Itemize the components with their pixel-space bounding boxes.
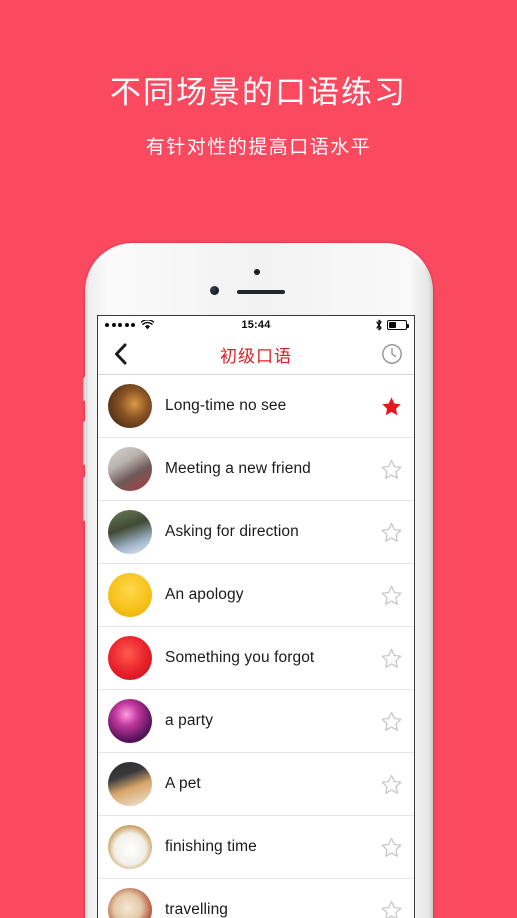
volume-down-button[interactable] <box>83 477 86 521</box>
status-bar: 15:44 <box>98 316 414 334</box>
rooster-photo <box>108 384 152 428</box>
favorite-toggle[interactable] <box>380 774 402 795</box>
phone-mockup: 15:44 初级口语 Long-time no see Meeting a ne… <box>83 243 433 918</box>
favorite-toggle[interactable] <box>380 837 402 858</box>
star-outline-icon <box>381 900 401 918</box>
star-filled-icon <box>381 396 401 415</box>
phone-screen: 15:44 初级口语 Long-time no see Meeting a ne… <box>97 315 415 918</box>
promo-banner: 不同场景的口语练习 有针对性的提高口语水平 <box>0 0 517 159</box>
fireworks-photo <box>108 699 152 743</box>
star-outline-icon <box>381 711 401 731</box>
earpiece-speaker <box>237 290 285 294</box>
star-outline-icon <box>381 459 401 479</box>
mute-switch[interactable] <box>83 377 86 401</box>
list-item-label: An apology <box>165 586 244 603</box>
star-outline-icon <box>381 522 401 542</box>
status-bar-right <box>375 319 409 331</box>
crying-emoji <box>108 573 152 617</box>
favorite-toggle[interactable] <box>380 648 402 669</box>
favorite-toggle[interactable] <box>380 585 402 606</box>
list-item-label: A pet <box>165 775 201 792</box>
favorite-toggle[interactable] <box>380 459 402 480</box>
star-outline-icon <box>381 774 401 794</box>
pocket-watch-photo <box>108 825 152 869</box>
list-item-label: a party <box>165 712 214 729</box>
front-camera-icon <box>210 286 219 295</box>
bluetooth-icon <box>376 319 382 331</box>
dog-photo <box>108 762 152 806</box>
status-bar-clock: 15:44 <box>241 319 271 331</box>
volume-up-button[interactable] <box>83 421 86 465</box>
favorite-toggle[interactable] <box>380 711 402 732</box>
lesson-list[interactable]: Long-time no see Meeting a new friend As… <box>98 375 414 918</box>
proximity-sensor-icon <box>254 269 260 275</box>
favorite-toggle[interactable] <box>380 396 402 417</box>
globe-plane-photo <box>108 888 152 918</box>
page-title: 初级口语 <box>220 346 292 366</box>
list-item-label: travelling <box>165 901 229 918</box>
list-item[interactable]: Long-time no see <box>98 375 414 438</box>
list-item[interactable]: Something you forgot <box>98 627 414 690</box>
list-item[interactable]: travelling <box>98 879 414 918</box>
directions-photo <box>108 510 152 554</box>
list-item-label: Asking for direction <box>165 523 299 540</box>
battery-icon <box>387 320 409 330</box>
list-item-label: Something you forgot <box>165 649 315 666</box>
favorite-toggle[interactable] <box>380 522 402 543</box>
star-outline-icon <box>381 585 401 605</box>
history-button[interactable] <box>370 334 414 374</box>
star-outline-icon <box>381 837 401 857</box>
promo-subtitle: 有针对性的提高口语水平 <box>145 137 372 159</box>
list-item-label: Meeting a new friend <box>165 460 311 477</box>
list-item[interactable]: A pet <box>98 753 414 816</box>
list-item-label: Long-time no see <box>165 397 287 414</box>
list-item[interactable]: An apology <box>98 564 414 627</box>
star-outline-icon <box>381 648 401 668</box>
list-item[interactable]: finishing time <box>98 816 414 879</box>
list-item[interactable]: Meeting a new friend <box>98 438 414 501</box>
friends-photo <box>108 447 152 491</box>
list-item-label: finishing time <box>165 838 257 855</box>
list-item[interactable]: Asking for direction <box>98 501 414 564</box>
clock-history-icon <box>382 344 402 364</box>
promo-title: 不同场景的口语练习 <box>110 75 407 110</box>
favorite-toggle[interactable] <box>380 900 402 918</box>
navigation-bar: 初级口语 <box>98 334 414 375</box>
apple-sorry-icon <box>108 636 152 680</box>
list-item[interactable]: a party <box>98 690 414 753</box>
